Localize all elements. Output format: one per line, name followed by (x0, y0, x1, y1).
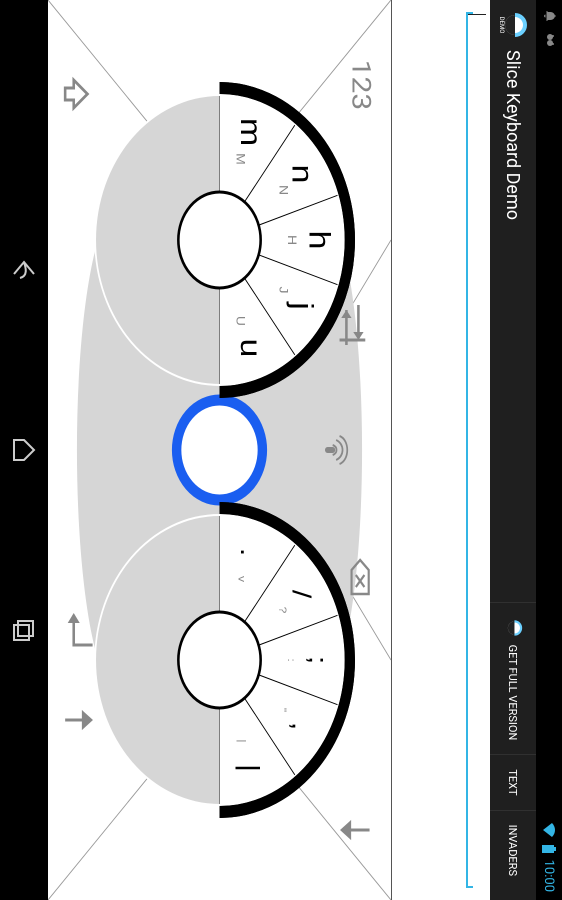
status-bar: 10:00 (536, 0, 562, 900)
slice-left-1-big[interactable]: j (286, 301, 319, 310)
slice-left-1-small: J (277, 287, 291, 294)
slice-left-4-big[interactable]: m (234, 118, 267, 146)
slice-right-3-small: ? (277, 607, 288, 614)
slice-right-4-small: v (236, 576, 247, 582)
recent-apps-button[interactable] (4, 610, 44, 650)
slice-left-4-small: M (234, 153, 248, 165)
action-bar: DEMO Slice Keyboard Demo GET FULL VERSIO… (490, 0, 536, 900)
slice-left-2-small: H (285, 235, 299, 245)
status-time: 10:00 (542, 860, 557, 892)
text-tab[interactable]: TEXT (490, 754, 536, 809)
slice-right-0-big[interactable]: | (235, 764, 264, 772)
up-arrow-key[interactable] (65, 713, 91, 727)
battery-icon (542, 844, 557, 854)
slice-left-0-big[interactable]: u (234, 339, 267, 358)
notification-icon-2 (541, 32, 557, 48)
slice-left-3-small: N (277, 185, 291, 195)
caret (468, 14, 486, 15)
slice-left-2-big[interactable]: h (303, 231, 336, 250)
app-icon: DEMO (498, 10, 528, 40)
get-full-version-button[interactable]: GET FULL VERSION (490, 602, 536, 755)
navigation-bar (0, 0, 48, 900)
app-title: Slice Keyboard Demo (503, 50, 524, 602)
slice-right-1-big[interactable]: , (287, 722, 316, 730)
text-tab-label: TEXT (507, 769, 520, 795)
slice-left-3-big[interactable]: n (286, 165, 319, 184)
svg-text:DEMO: DEMO (498, 17, 505, 34)
slice-right-3-big[interactable]: / (287, 590, 316, 599)
get-full-label: GET FULL VERSION (507, 645, 520, 741)
down-arrow-key[interactable] (342, 823, 369, 837)
back-button[interactable] (4, 250, 44, 290)
slice-right-2-small: : (285, 658, 296, 661)
slice-keyboard[interactable]: u U j J h H n N m M (48, 0, 392, 900)
slice-left-0-small: U (234, 316, 248, 326)
invaders-tab-label: INVADERS (507, 825, 520, 876)
slice-right-0-small: | (236, 739, 247, 742)
center-thumb-ring[interactable] (177, 400, 263, 500)
wifi-icon (542, 822, 556, 838)
invaders-tab[interactable]: INVADERS (490, 810, 536, 890)
numbers-key[interactable]: 123 (346, 60, 376, 111)
text-input[interactable] (466, 12, 486, 888)
home-button[interactable] (4, 430, 44, 470)
slice-right-2-big[interactable]: ; (304, 656, 333, 664)
notification-icon (541, 8, 557, 24)
shift-key[interactable] (65, 80, 87, 108)
slice-right-1-small: " (277, 708, 288, 712)
slice-right-4-big[interactable]: . (235, 548, 264, 556)
